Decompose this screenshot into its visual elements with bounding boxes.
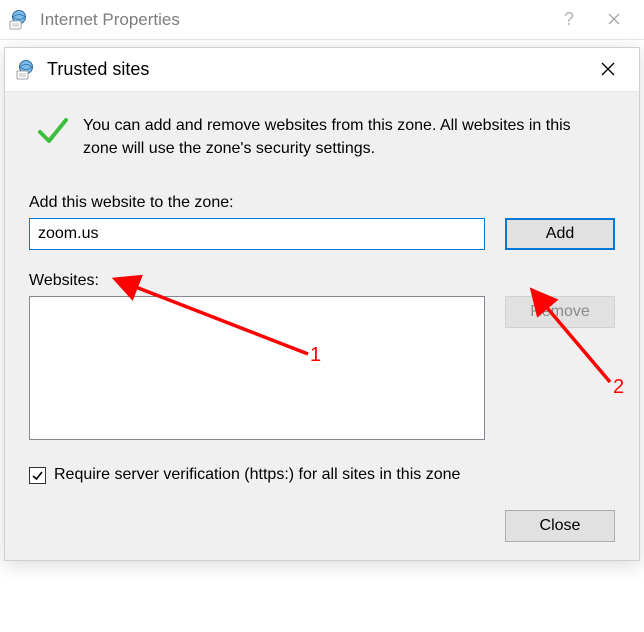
checkmark-icon [29, 114, 77, 148]
trusted-sites-icon [15, 59, 37, 81]
website-input[interactable] [29, 218, 485, 250]
dialog-close-button[interactable] [585, 53, 631, 87]
parent-window-titlebar: Internet Properties ? [0, 0, 644, 40]
help-icon[interactable]: ? [546, 9, 592, 30]
parent-window-title: Internet Properties [40, 10, 180, 30]
dialog-titlebar: Trusted sites [5, 48, 639, 92]
add-website-label: Add this website to the zone: [29, 194, 615, 212]
close-button[interactable]: Close [505, 510, 615, 542]
require-https-checkbox[interactable]: Require server verification (https:) for… [29, 466, 615, 484]
intro-text: You can add and remove websites from thi… [77, 114, 615, 160]
internet-options-icon [8, 9, 30, 31]
checkbox-label: Require server verification (https:) for… [54, 466, 460, 484]
remove-button: Remove [505, 296, 615, 328]
parent-close-button[interactable] [592, 9, 636, 30]
add-button[interactable]: Add [505, 218, 615, 250]
websites-label: Websites: [29, 272, 615, 290]
trusted-sites-dialog: Trusted sites You can add and remove web… [4, 47, 640, 561]
websites-listbox[interactable] [29, 296, 485, 440]
checkbox-box[interactable] [29, 467, 46, 484]
dialog-title: Trusted sites [47, 59, 149, 80]
